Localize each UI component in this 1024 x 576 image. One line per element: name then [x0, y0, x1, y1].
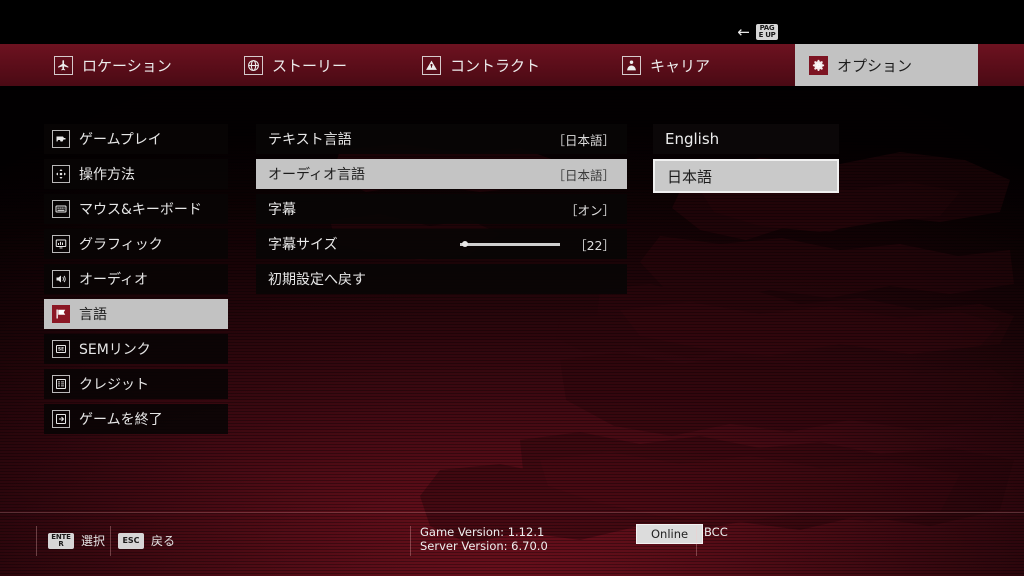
sidebar-item-mouse-keyboard[interactable]: マウス&キーボード — [44, 194, 228, 224]
setting-row-subtitle-size[interactable]: 字幕サイズ ［22］ — [256, 229, 627, 259]
back-hint[interactable]: ← PAG E UP — [737, 24, 778, 40]
sidebar-item-graphics[interactable]: グラフィック — [44, 229, 228, 259]
language-option-japanese[interactable]: 日本語 — [653, 159, 839, 193]
sidebar-item-label: クレジット — [79, 377, 149, 393]
svg-text:SE: SE — [58, 347, 64, 353]
sidebar-item-label: マウス&キーボード — [79, 202, 202, 218]
slider-knob[interactable] — [462, 241, 469, 247]
setting-row-subtitles[interactable]: 字幕 ［オン］ — [256, 194, 627, 224]
divider — [110, 526, 111, 556]
language-option-english[interactable]: English — [653, 124, 839, 154]
version-info: Game Version: 1.12.1 Server Version: 6.7… — [420, 525, 548, 553]
divider — [410, 526, 411, 556]
language-option-label: English — [665, 130, 720, 148]
divider — [696, 526, 697, 556]
setting-label: 字幕サイズ — [268, 237, 338, 253]
sidebar-item-credits[interactable]: クレジット — [44, 369, 228, 399]
list-icon — [52, 375, 70, 393]
nav-tab-label: オプション — [837, 56, 913, 75]
nav-tab-locations[interactable]: ロケーション — [40, 44, 186, 86]
sidebar-item-label: SEMリンク — [79, 342, 151, 358]
page-up-keycap: PAG E UP — [756, 24, 778, 40]
sem-icon: SE — [52, 340, 70, 358]
nav-tab-options[interactable]: オプション — [795, 44, 978, 86]
sidebar-item-exit-game[interactable]: ゲームを終了 — [44, 404, 228, 434]
sidebar-item-sem-link[interactable]: SE SEMリンク — [44, 334, 228, 364]
globe-icon — [244, 55, 263, 75]
divider — [36, 526, 37, 556]
server-version: Server Version: 6.70.0 — [420, 539, 548, 553]
top-strip — [0, 0, 1024, 44]
sidebar-item-label: 言語 — [79, 307, 107, 323]
nav-tab-label: ロケーション — [82, 56, 172, 75]
sidebar-item-gameplay[interactable]: ゲームプレイ — [44, 124, 228, 154]
subtitle-size-slider[interactable] — [460, 241, 561, 247]
sidebar-item-controls[interactable]: 操作方法 — [44, 159, 228, 189]
nav-tab-story[interactable]: ストーリー — [230, 44, 361, 86]
esc-keycap: ESC — [118, 532, 144, 549]
setting-label: 字幕 — [268, 202, 296, 218]
nav-tab-label: コントラクト — [450, 56, 541, 75]
setting-label: 初期設定へ戻す — [268, 272, 366, 288]
setting-value: ［日本語］ — [552, 167, 615, 183]
flag-icon — [52, 305, 70, 323]
sidebar-item-label: オーディオ — [79, 272, 149, 288]
setting-label: テキスト言語 — [268, 132, 352, 148]
settings-panel: テキスト言語 ［日本語］ オーディオ言語 ［日本語］ 字幕 ［オン］ 字幕サイズ… — [256, 124, 627, 299]
hint-label: 戻る — [151, 534, 176, 548]
keycap-line-2: R — [58, 539, 64, 548]
nav-tab-label: ストーリー — [272, 56, 348, 75]
monitor-icon — [52, 235, 70, 253]
sidebar-item-audio[interactable]: オーディオ — [44, 264, 228, 294]
nav-tab-career[interactable]: キャリア — [608, 44, 724, 86]
setting-row-reset-defaults[interactable]: 初期設定へ戻す — [256, 264, 627, 294]
speaker-icon — [52, 270, 70, 288]
slider-track — [460, 243, 561, 246]
nav-tab-label: キャリア — [650, 56, 711, 75]
sidebar-item-label: ゲームプレイ — [79, 132, 162, 148]
keycap-line-2: E UP — [758, 31, 776, 39]
person-icon — [622, 55, 641, 75]
sidebar-item-language[interactable]: 言語 — [44, 299, 228, 329]
exit-icon — [52, 410, 70, 428]
gun-icon — [52, 130, 70, 148]
game-version: Game Version: 1.12.1 — [420, 525, 545, 539]
keyboard-icon — [52, 200, 70, 218]
bottom-status-bar: ENTE R 選択 ESC 戻る Game Version: 1.12.1 Se… — [0, 512, 1024, 576]
language-option-label: 日本語 — [667, 167, 713, 186]
hint-label: 選択 — [81, 534, 106, 548]
hazard-icon — [422, 55, 441, 75]
setting-value: ［オン］ — [564, 202, 615, 218]
options-sidebar: ゲームプレイ 操作方法 マウス&キーボード グラフィック オーディオ 言語 SE — [44, 124, 228, 439]
main-navigation-bar: ロケーション ストーリー コントラクト キャリア オプション — [0, 44, 1024, 90]
plane-icon — [54, 55, 73, 75]
dpad-icon — [52, 165, 70, 183]
language-options-panel: English 日本語 — [653, 124, 839, 198]
sidebar-item-label: グラフィック — [79, 237, 163, 253]
hint-select[interactable]: ENTE R 選択 — [48, 532, 105, 549]
gear-icon — [809, 55, 828, 75]
sidebar-item-label: ゲームを終了 — [79, 412, 163, 428]
setting-value: ［22］ — [574, 237, 615, 253]
setting-label: オーディオ言語 — [268, 167, 366, 183]
left-arrow-icon: ← — [737, 22, 750, 41]
enter-keycap: ENTE R — [48, 532, 74, 549]
sidebar-item-label: 操作方法 — [79, 167, 135, 183]
setting-row-text-language[interactable]: テキスト言語 ［日本語］ — [256, 124, 627, 154]
setting-row-audio-language[interactable]: オーディオ言語 ［日本語］ — [256, 159, 627, 189]
setting-value: ［日本語］ — [552, 132, 615, 148]
nav-tab-contracts[interactable]: コントラクト — [408, 44, 554, 86]
hint-back[interactable]: ESC 戻る — [118, 532, 175, 549]
